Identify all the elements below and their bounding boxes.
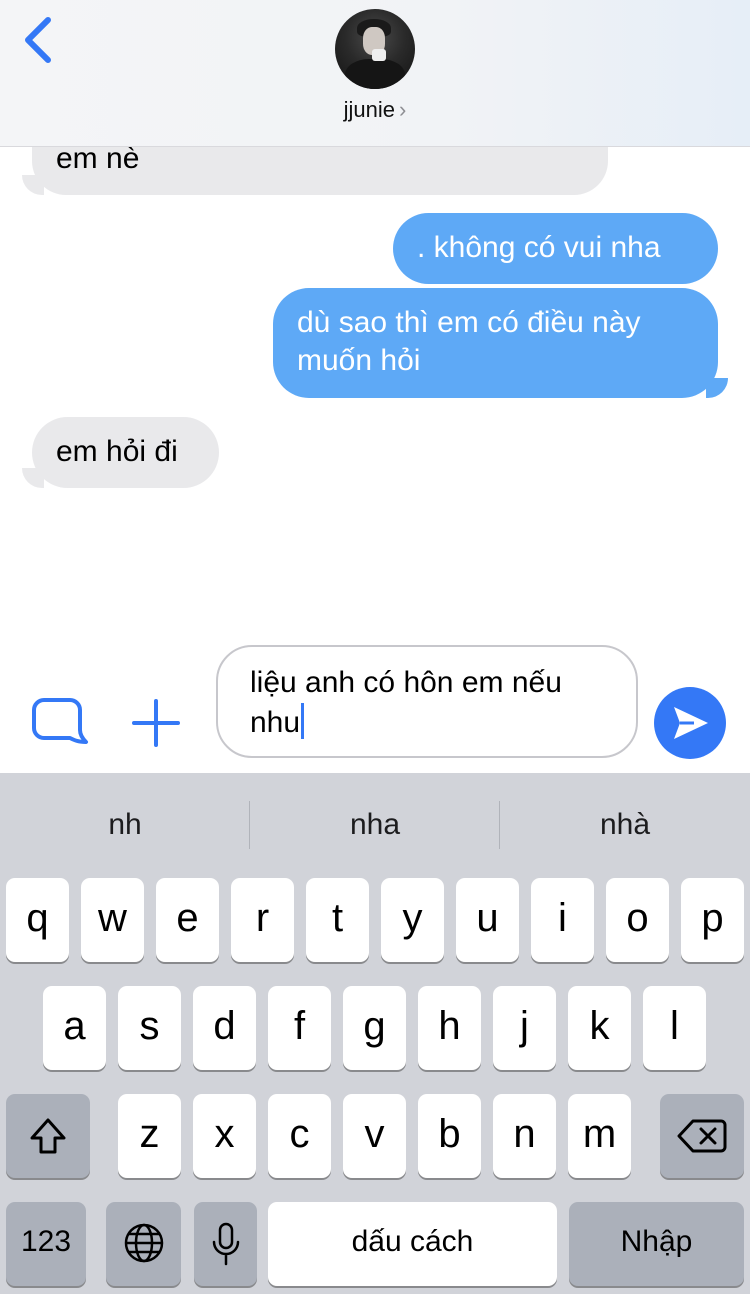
message-text: . không có vui nha <box>417 231 661 264</box>
send-arrow-icon <box>674 707 708 739</box>
key-r[interactable]: r <box>231 878 294 962</box>
bubble-tail <box>22 175 44 195</box>
key-s[interactable]: s <box>118 986 181 1070</box>
message-bubble-incoming[interactable]: em hỏi đi <box>32 417 219 488</box>
key-u[interactable]: u <box>456 878 519 962</box>
avatar-figure-body <box>345 59 405 89</box>
key-d[interactable]: d <box>193 986 256 1070</box>
bubble-tail <box>706 378 728 398</box>
suggestion-item[interactable]: nh <box>0 803 250 853</box>
key-g[interactable]: g <box>343 986 406 1070</box>
key-w[interactable]: w <box>81 878 144 962</box>
key-f[interactable]: f <box>268 986 331 1070</box>
message-input-line-current: nhu <box>250 703 608 743</box>
bubble-tail <box>22 468 44 488</box>
key-q[interactable]: q <box>6 878 69 962</box>
numbers-key[interactable]: 123 <box>6 1202 86 1286</box>
key-j[interactable]: j <box>493 986 556 1070</box>
key-n[interactable]: n <box>493 1094 556 1178</box>
delete-key[interactable] <box>660 1094 744 1178</box>
message-input-text: nhu <box>250 706 301 739</box>
key-z[interactable]: z <box>118 1094 181 1178</box>
key-b[interactable]: b <box>418 1094 481 1178</box>
avatar[interactable] <box>335 9 415 89</box>
key-y[interactable]: y <box>381 878 444 962</box>
keyboard: nh nha nhà q w e r t y u i o p a s d f g… <box>0 773 750 1294</box>
avatar-figure-mask <box>372 49 386 61</box>
return-key[interactable]: Nhập <box>569 1202 744 1286</box>
add-attachment-button[interactable] <box>132 699 180 747</box>
key-o[interactable]: o <box>606 878 669 962</box>
text-caret <box>301 703 305 739</box>
key-c[interactable]: c <box>268 1094 331 1178</box>
conversation-header: jjunie › <box>0 0 750 147</box>
key-e[interactable]: e <box>156 878 219 962</box>
key-v[interactable]: v <box>343 1094 406 1178</box>
key-a[interactable]: a <box>43 986 106 1070</box>
message-text-line: muốn hỏi <box>297 344 421 377</box>
contact-name-button[interactable]: jjunie › <box>0 97 750 123</box>
shift-key[interactable] <box>6 1094 90 1178</box>
space-key[interactable]: dấu cách <box>268 1202 557 1286</box>
send-button[interactable] <box>654 687 726 759</box>
key-x[interactable]: x <box>193 1094 256 1178</box>
key-h[interactable]: h <box>418 986 481 1070</box>
key-l[interactable]: l <box>643 986 706 1070</box>
globe-key[interactable] <box>106 1202 181 1286</box>
key-p[interactable]: p <box>681 878 744 962</box>
message-text-line: dù sao thì em có điều này <box>297 306 641 339</box>
microphone-key[interactable] <box>194 1202 257 1286</box>
app-store-icon <box>32 698 88 744</box>
microphone-icon <box>212 1222 239 1266</box>
message-bubble-outgoing[interactable]: dù sao thì em có điều này muốn hỏi <box>273 288 718 398</box>
contact-name: jjunie <box>343 97 396 122</box>
key-i[interactable]: i <box>531 878 594 962</box>
message-bubble-outgoing[interactable]: . không có vui nha <box>393 213 718 284</box>
plus-icon <box>132 699 180 747</box>
key-t[interactable]: t <box>306 878 369 962</box>
apps-button[interactable] <box>30 696 90 748</box>
message-text: em hỏi đi <box>56 435 178 468</box>
suggestion-item[interactable]: nhà <box>500 803 750 853</box>
key-k[interactable]: k <box>568 986 631 1070</box>
key-m[interactable]: m <box>568 1094 631 1178</box>
shift-arrow-icon <box>30 1118 66 1154</box>
chevron-right-icon: › <box>399 97 407 122</box>
globe-icon <box>124 1223 163 1263</box>
chevron-left-icon <box>25 17 51 63</box>
back-button[interactable] <box>18 14 62 68</box>
backspace-icon <box>677 1119 727 1153</box>
message-input-line: liệu anh có hôn em nếu <box>250 666 562 699</box>
message-input[interactable]: liệu anh có hôn em nếu nhu <box>216 645 638 758</box>
suggestion-item[interactable]: nha <box>250 803 500 853</box>
